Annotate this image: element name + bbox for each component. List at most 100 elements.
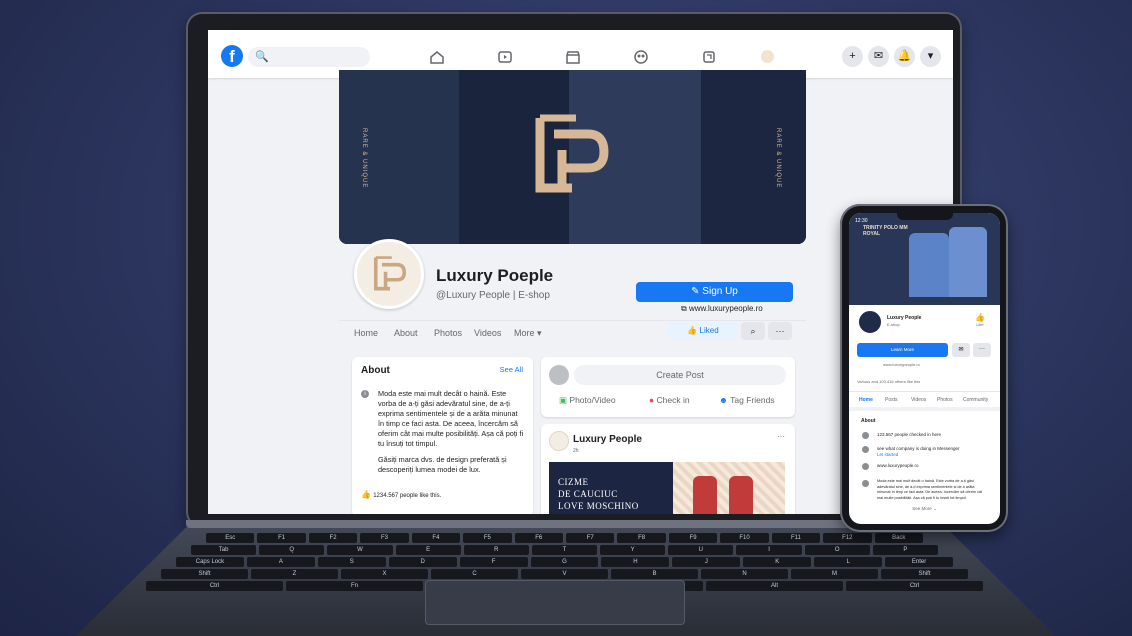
keyboard-key[interactable]: F3 [360, 533, 409, 543]
tab-home[interactable]: Home [354, 328, 378, 338]
account-menu-icon[interactable]: ▾ [920, 46, 941, 67]
phone-like-button[interactable]: 👍 Like [975, 313, 985, 327]
messenger-icon[interactable]: ✉ [868, 46, 889, 67]
keyboard-key[interactable]: Shift [881, 569, 968, 579]
phone-tab-photos[interactable]: Photos [937, 397, 953, 403]
gaming-icon[interactable] [701, 49, 717, 65]
facebook-logo[interactable]: f [221, 45, 243, 67]
profile-picture[interactable] [354, 239, 424, 309]
marketplace-icon[interactable] [565, 49, 581, 65]
keyboard-key[interactable]: Enter [885, 557, 953, 567]
more-options-button[interactable]: ··· [973, 343, 991, 357]
keyboard-key[interactable]: I [736, 545, 802, 555]
see-more-button[interactable]: See More ⌄ [849, 506, 1000, 512]
phone-tab-home[interactable]: Home [859, 397, 873, 403]
keyboard-key[interactable]: G [530, 557, 599, 567]
keyboard-key[interactable]: Ctrl [846, 581, 983, 591]
tag-friends-button[interactable]: ☻ Tag Friends [719, 395, 775, 405]
keyboard-key[interactable]: E [395, 545, 461, 555]
external-link-icon: ⧉ [681, 304, 689, 313]
phone-website[interactable]: www.luxurypeople.ro [883, 362, 920, 367]
phone-tab-community[interactable]: Community [963, 397, 988, 403]
keyboard-key[interactable]: B [611, 569, 698, 579]
search-page-button[interactable]: ⌕ [741, 322, 765, 340]
keyboard-key[interactable]: F [459, 557, 528, 567]
learn-more-button[interactable]: Learn More [857, 343, 948, 357]
cover-photo[interactable]: RARE & UNIQUE RARE & UNIQUE [339, 70, 806, 244]
keyboard-key[interactable]: F2 [308, 533, 358, 543]
keyboard-key[interactable]: D [388, 557, 457, 567]
keyboard-key[interactable]: Fn [286, 581, 423, 591]
keyboard-key[interactable]: R [463, 545, 529, 555]
keyboard-key[interactable]: F1 [257, 533, 306, 543]
create-icon[interactable]: + [842, 46, 863, 67]
liked-button[interactable]: 👍 Liked [668, 322, 738, 340]
check-in-button[interactable]: ● Check in [649, 395, 690, 405]
more-options-button[interactable]: ··· [768, 322, 792, 340]
keyboard-key[interactable]: F9 [668, 533, 718, 543]
keyboard-key[interactable]: Y [600, 545, 666, 555]
post-author[interactable]: Luxury People [573, 434, 642, 445]
keyboard-key[interactable]: Tab [191, 545, 257, 555]
about-card: About See All i Moda este mai mult decât… [352, 357, 533, 514]
phone-cover-photo[interactable]: 12:30 TRINITY POLO MM ROYAL [849, 213, 1000, 305]
keyboard-key[interactable]: X [341, 569, 428, 579]
keyboard-key[interactable]: F11 [771, 533, 821, 543]
keyboard-key[interactable]: C [431, 569, 518, 579]
keyboard-key[interactable]: H [601, 557, 670, 567]
check-in-icon [862, 432, 869, 439]
thumbs-up-icon: 👍 [975, 313, 985, 322]
phone-tab-videos[interactable]: Videos [911, 397, 926, 403]
website-link[interactable]: ⧉ www.luxurypeople.ro [681, 304, 763, 314]
keyboard-key[interactable]: K [743, 557, 812, 567]
keyboard-key[interactable]: F6 [514, 533, 563, 543]
keyboard-key[interactable]: Q [259, 545, 325, 555]
create-post-input[interactable]: Create Post [574, 365, 786, 385]
keyboard-key[interactable]: Alt [706, 581, 843, 591]
keyboard-key[interactable]: U [668, 545, 734, 555]
keyboard-key[interactable]: F5 [463, 533, 512, 543]
keyboard-key[interactable]: Esc [206, 533, 255, 543]
keyboard-key[interactable]: V [521, 569, 608, 579]
trackpad[interactable] [425, 580, 685, 625]
photo-video-button[interactable]: ▣ Photo/Video [559, 395, 616, 406]
keyboard-key[interactable]: S [317, 557, 386, 567]
sign-up-button[interactable]: ✎ Sign Up [636, 282, 793, 302]
keyboard-key[interactable]: F4 [411, 533, 461, 543]
tab-photos[interactable]: Photos [434, 328, 462, 338]
phone-website-row[interactable]: www.luxurypeople.ro [877, 463, 919, 468]
keyboard-key[interactable]: L [814, 557, 883, 567]
tab-more[interactable]: More ▾ [514, 328, 542, 339]
keyboard-key[interactable]: Ctrl [146, 581, 283, 591]
keyboard-key[interactable]: F10 [720, 533, 769, 543]
search-input[interactable]: 🔍 [248, 47, 370, 67]
keyboard-key[interactable]: P [872, 545, 938, 555]
keyboard-key[interactable]: M [791, 569, 878, 579]
keyboard-key[interactable]: N [701, 569, 788, 579]
notifications-icon[interactable]: 🔔 [894, 46, 915, 67]
keyboard-key[interactable]: Shift [161, 569, 248, 579]
tab-videos[interactable]: Videos [474, 328, 501, 338]
messenger-icon[interactable]: ✉ [952, 343, 970, 357]
keyboard-key[interactable]: Z [251, 569, 338, 579]
keyboard-key[interactable]: Back [874, 533, 923, 543]
keyboard-key[interactable]: J [672, 557, 741, 567]
phone-profile-picture[interactable] [857, 309, 883, 335]
keyboard-key[interactable]: O [804, 545, 870, 555]
keyboard-key[interactable]: F12 [823, 533, 872, 543]
avatar[interactable] [761, 50, 774, 63]
keyboard-key[interactable]: W [327, 545, 393, 555]
tab-about[interactable]: About [394, 328, 418, 338]
keyboard-key[interactable]: T [531, 545, 598, 555]
post-options-icon[interactable]: ··· [777, 432, 785, 441]
watch-icon[interactable] [497, 49, 513, 65]
home-icon[interactable] [429, 49, 445, 65]
phone-get-started-link[interactable]: Let started [877, 452, 898, 457]
keyboard-key[interactable]: A [246, 557, 315, 567]
keyboard-key[interactable]: F7 [566, 533, 615, 543]
phone-tab-posts[interactable]: Posts [885, 397, 898, 403]
see-all-link[interactable]: See All [500, 365, 523, 374]
keyboard-key[interactable]: Caps Lock [176, 557, 244, 567]
keyboard-key[interactable]: F8 [617, 533, 666, 543]
groups-icon[interactable] [633, 49, 649, 65]
